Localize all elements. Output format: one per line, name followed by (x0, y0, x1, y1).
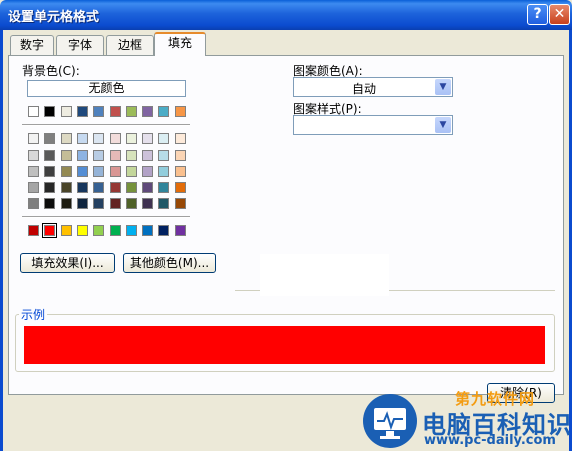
color-swatch-tint4-1[interactable] (44, 198, 55, 209)
sample-preview (24, 326, 545, 364)
chevron-down-icon[interactable]: ▼ (435, 117, 451, 133)
color-swatch-tint0-8[interactable] (158, 133, 169, 144)
color-swatch-theme-8[interactable] (158, 106, 169, 117)
color-swatch-tint4-9[interactable] (175, 198, 186, 209)
color-swatch-tint0-4[interactable] (93, 133, 104, 144)
color-swatch-tint1-1[interactable] (44, 150, 55, 161)
color-swatch-tint4-6[interactable] (126, 198, 137, 209)
divider (235, 290, 260, 291)
color-swatch-tint1-8[interactable] (158, 150, 169, 161)
color-swatch-tint4-3[interactable] (77, 198, 88, 209)
color-swatch-tint3-0[interactable] (28, 182, 39, 193)
color-swatch-standard-4[interactable] (93, 225, 104, 236)
color-swatch-tint0-3[interactable] (77, 133, 88, 144)
color-swatch-standard-9[interactable] (175, 225, 186, 236)
color-swatch-tint2-4[interactable] (93, 166, 104, 177)
color-swatch-tint0-9[interactable] (175, 133, 186, 144)
color-swatch-tint2-7[interactable] (142, 166, 153, 177)
watermark-url: www.pc-daily.com (424, 433, 556, 448)
no-color-button[interactable]: 无颜色 (27, 80, 186, 97)
color-swatch-theme-3[interactable] (77, 106, 88, 117)
color-swatch-tint3-2[interactable] (61, 182, 72, 193)
more-colors-button[interactable]: 其他颜色(M)... (123, 253, 216, 273)
color-swatch-standard-6[interactable] (126, 225, 137, 236)
color-swatch-tint3-4[interactable] (93, 182, 104, 193)
sample-label: 示例 (19, 306, 48, 323)
color-swatch-tint2-2[interactable] (61, 166, 72, 177)
color-swatch-tint3-6[interactable] (126, 182, 137, 193)
color-swatch-tint4-7[interactable] (142, 198, 153, 209)
color-swatch-tint0-1[interactable] (44, 133, 55, 144)
color-swatch-tint2-1[interactable] (44, 166, 55, 177)
tab-font[interactable]: 字体 (56, 35, 104, 55)
fill-effects-button[interactable]: 填充效果(I)... (20, 253, 115, 273)
close-button[interactable]: ✕ (549, 4, 570, 25)
color-swatch-tint2-5[interactable] (110, 166, 121, 177)
color-swatch-tint1-5[interactable] (110, 150, 121, 161)
color-swatch-tint1-9[interactable] (175, 150, 186, 161)
color-swatch-tint1-3[interactable] (77, 150, 88, 161)
help-button[interactable]: ? (527, 4, 548, 25)
color-swatch-tint4-4[interactable] (93, 198, 104, 209)
color-swatch-standard-5[interactable] (110, 225, 121, 236)
color-swatch-standard-1[interactable] (42, 223, 57, 238)
color-swatch-tint3-9[interactable] (175, 182, 186, 193)
color-swatch-tint1-0[interactable] (28, 150, 39, 161)
chevron-down-icon[interactable]: ▼ (435, 79, 451, 95)
color-swatch-standard-2[interactable] (61, 225, 72, 236)
color-swatch-tint3-7[interactable] (142, 182, 153, 193)
color-swatch-tint0-6[interactable] (126, 133, 137, 144)
color-swatch-theme-2[interactable] (61, 106, 72, 117)
color-swatch-standard-8[interactable] (158, 225, 169, 236)
color-swatch-tint3-8[interactable] (158, 182, 169, 193)
tab-number[interactable]: 数字 (10, 35, 54, 55)
color-swatch-tint0-0[interactable] (28, 133, 39, 144)
color-swatch-tint2-0[interactable] (28, 166, 39, 177)
window-frame-left (0, 30, 3, 451)
color-swatch-tint2-6[interactable] (126, 166, 137, 177)
color-swatch-theme-9[interactable] (175, 106, 186, 117)
color-swatch-theme-1[interactable] (44, 106, 55, 117)
color-swatch-tint4-2[interactable] (61, 198, 72, 209)
color-swatch-tint2-9[interactable] (175, 166, 186, 177)
tab-fill[interactable]: 填充 (154, 32, 206, 56)
color-swatch-tint3-1[interactable] (44, 182, 55, 193)
title-bar[interactable]: 设置单元格格式 ? ✕ (0, 0, 572, 30)
color-swatch-standard-7[interactable] (142, 225, 153, 236)
color-swatch-tint4-0[interactable] (28, 198, 39, 209)
color-swatch-theme-7[interactable] (142, 106, 153, 117)
palette-separator (22, 124, 190, 126)
color-swatch-tint1-6[interactable] (126, 150, 137, 161)
color-swatch-tint0-7[interactable] (142, 133, 153, 144)
color-swatch-theme-6[interactable] (126, 106, 137, 117)
pattern-style-select[interactable]: ▼ (293, 115, 453, 135)
color-swatch-tint0-5[interactable] (110, 133, 121, 144)
pattern-color-value: 自动 (351, 82, 376, 96)
tab-border[interactable]: 边框 (106, 35, 154, 55)
color-swatch-tint3-5[interactable] (110, 182, 121, 193)
color-swatch-tint0-2[interactable] (61, 133, 72, 144)
palette-separator (22, 216, 190, 218)
color-swatch-tint2-3[interactable] (77, 166, 88, 177)
color-swatch-theme-0[interactable] (28, 106, 39, 117)
color-swatch-tint1-4[interactable] (93, 150, 104, 161)
color-swatch-tint4-8[interactable] (158, 198, 169, 209)
pattern-color-select[interactable]: 自动 ▼ (293, 77, 453, 97)
color-swatch-tint4-5[interactable] (110, 198, 121, 209)
color-swatch-tint1-7[interactable] (142, 150, 153, 161)
background-color-label: 背景色(C): (22, 64, 80, 78)
color-swatch-tint2-8[interactable] (158, 166, 169, 177)
window-title: 设置单元格格式 (8, 10, 100, 25)
blank-preview-area (260, 254, 389, 296)
color-swatch-theme-5[interactable] (110, 106, 121, 117)
monitor-logo-icon (363, 394, 417, 448)
divider (389, 290, 555, 291)
color-swatch-standard-0[interactable] (28, 225, 39, 236)
color-swatch-standard-3[interactable] (77, 225, 88, 236)
color-swatch-tint3-3[interactable] (77, 182, 88, 193)
color-swatch-theme-4[interactable] (93, 106, 104, 117)
color-swatch-tint1-2[interactable] (61, 150, 72, 161)
